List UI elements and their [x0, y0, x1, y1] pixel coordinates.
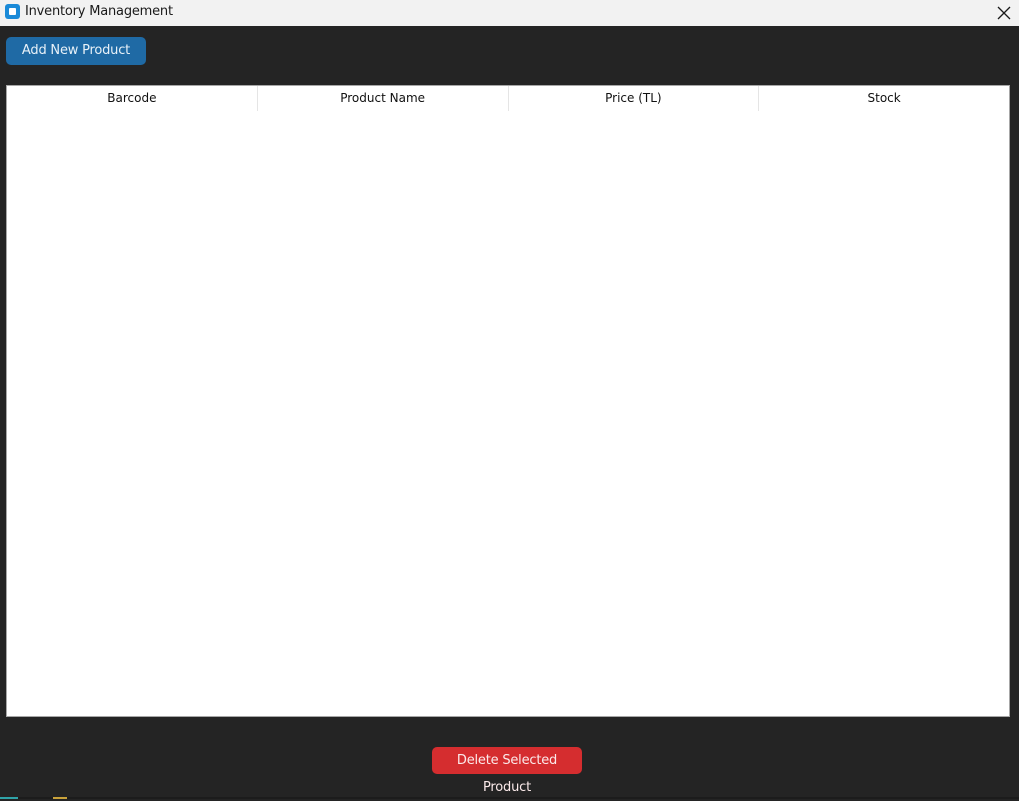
close-button[interactable]	[989, 0, 1019, 26]
delete-selected-product-button[interactable]: Delete Selected Product	[432, 747, 582, 795]
column-header-price[interactable]: Price (TL)	[509, 86, 760, 111]
close-icon	[997, 6, 1011, 20]
column-header-stock[interactable]: Stock	[759, 86, 1009, 111]
column-header-barcode[interactable]: Barcode	[7, 86, 258, 111]
title-bar: Inventory Management	[0, 0, 1019, 26]
app-window-icon	[5, 4, 20, 19]
add-new-product-button[interactable]: Add New Product	[6, 37, 146, 65]
window-title: Inventory Management	[25, 4, 173, 19]
table-header: Barcode Product Name Price (TL) Stock	[7, 86, 1009, 111]
column-header-product-name[interactable]: Product Name	[258, 86, 509, 111]
product-table[interactable]: Barcode Product Name Price (TL) Stock	[6, 85, 1010, 717]
